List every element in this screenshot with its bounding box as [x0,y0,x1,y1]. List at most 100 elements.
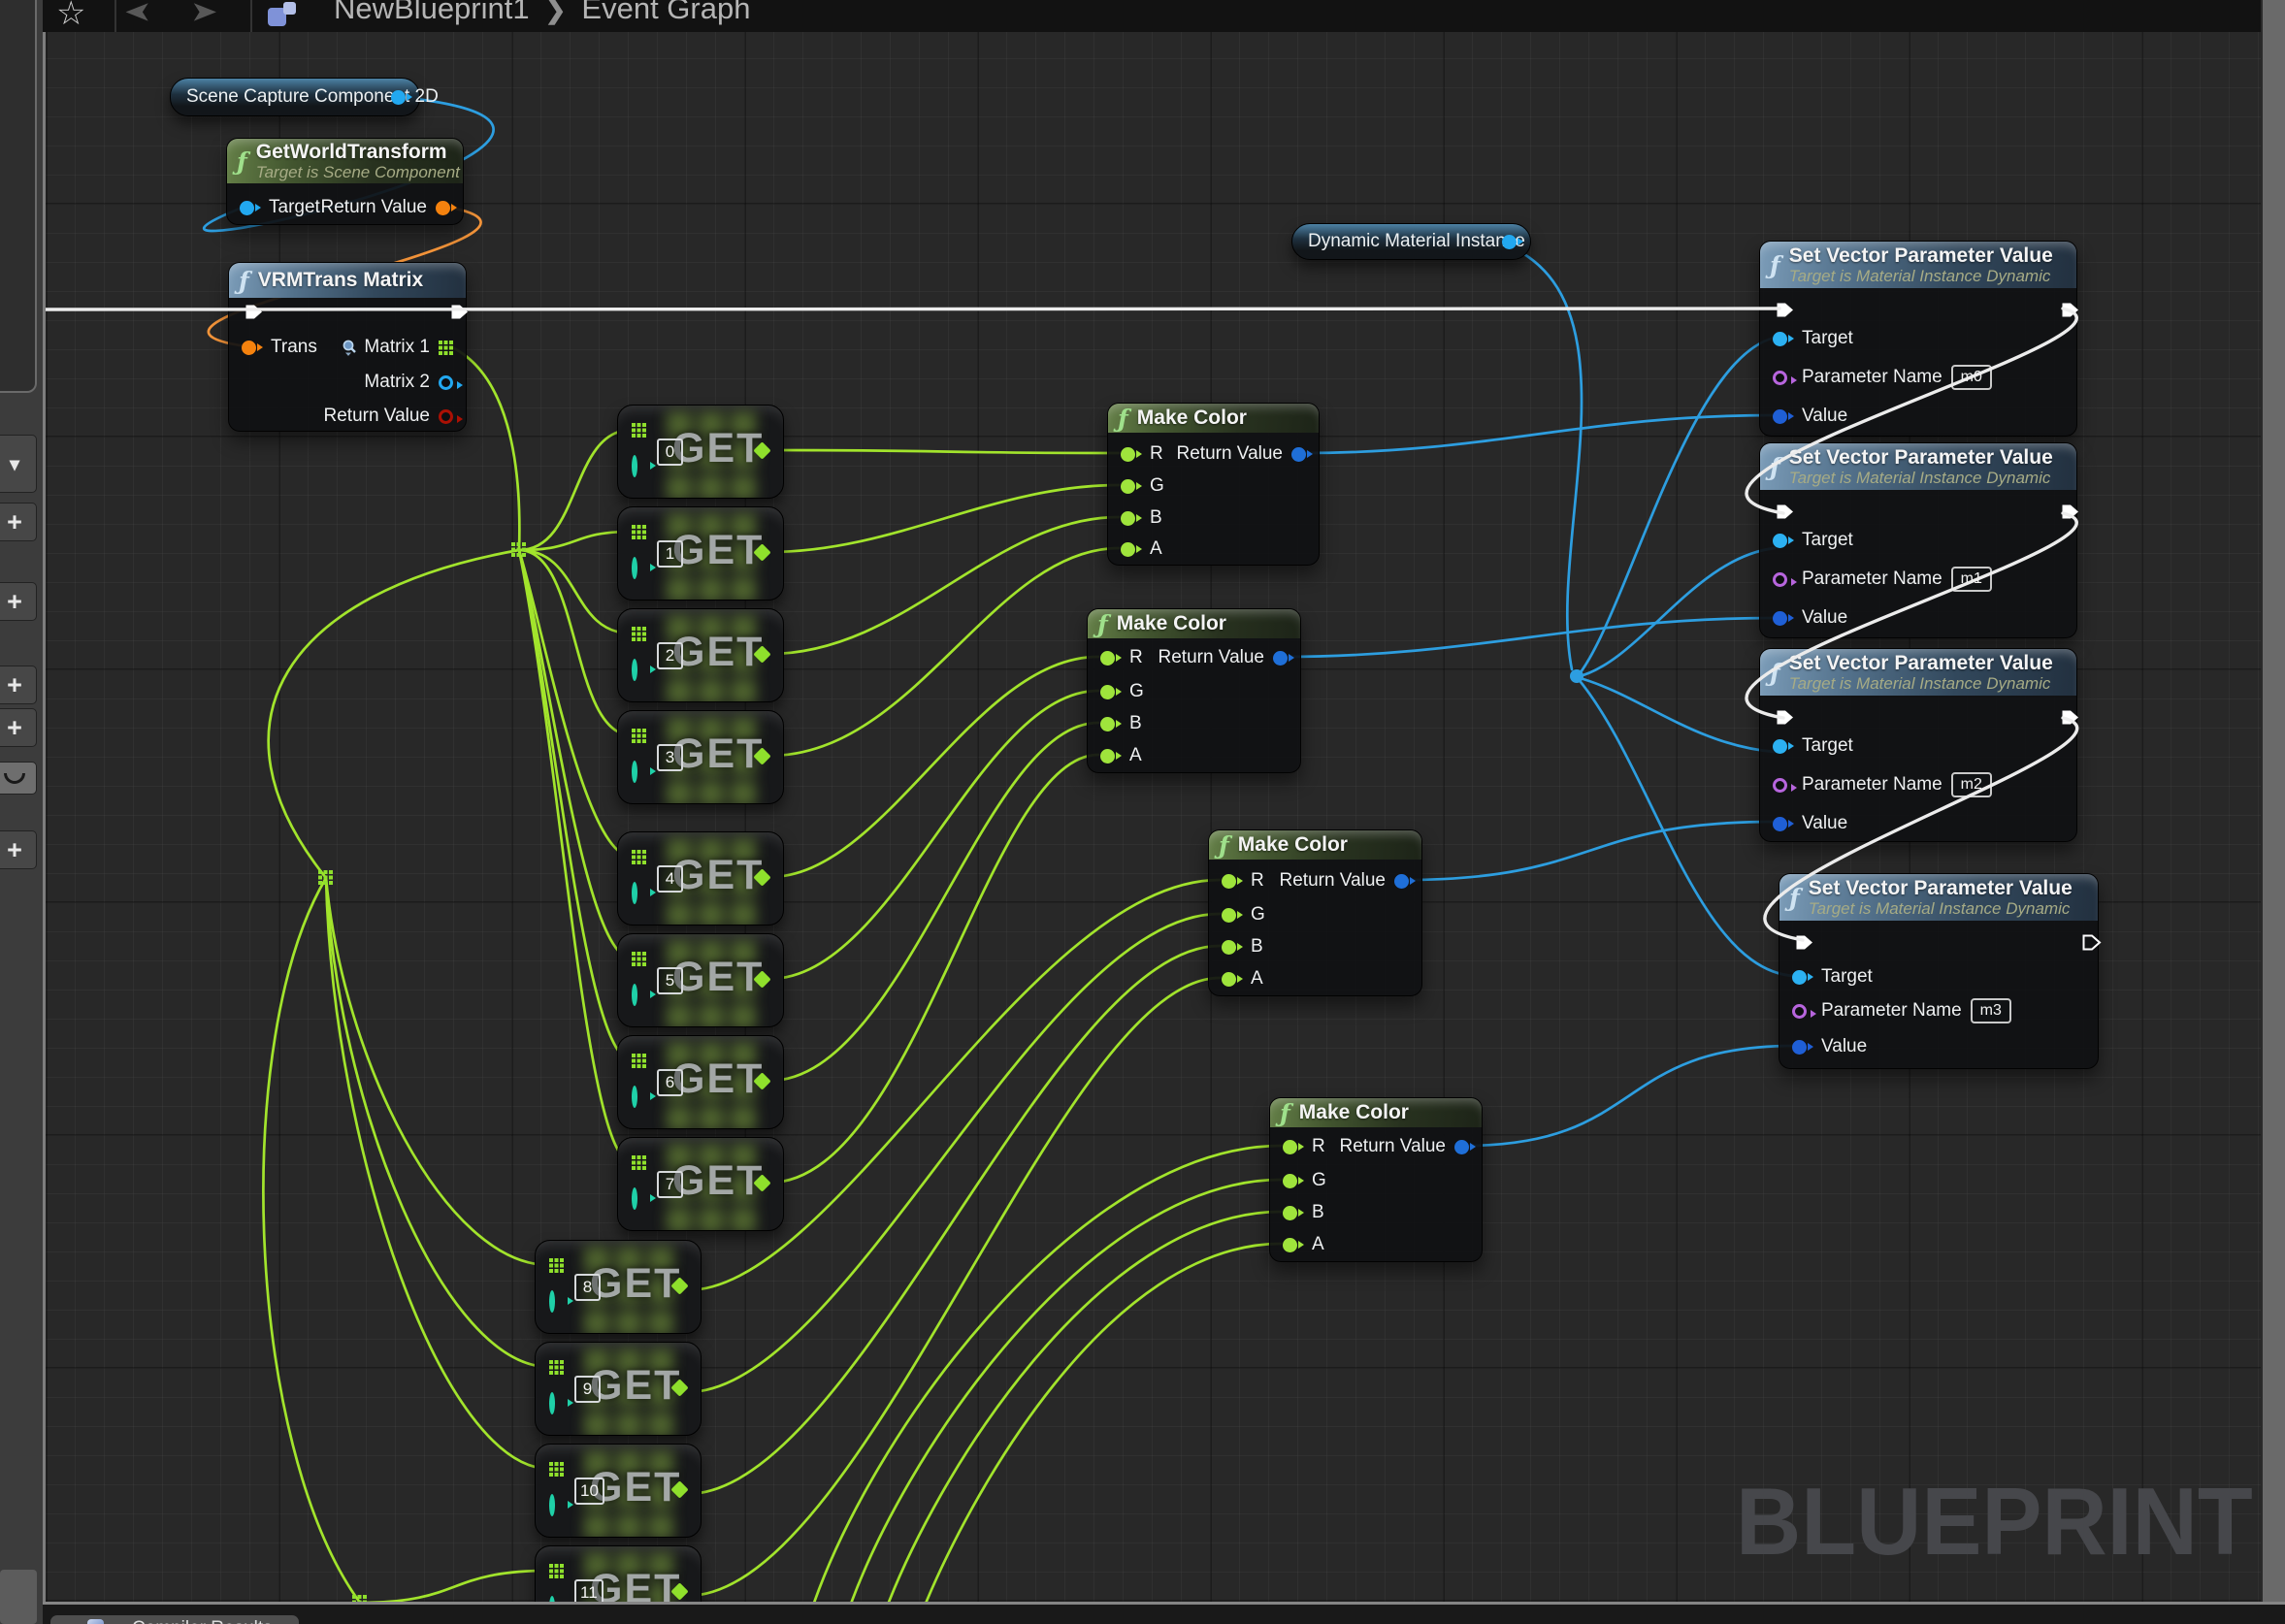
node-getworldtransform[interactable]: ƒGetWorldTransformTarget is Scene Compon… [226,138,464,225]
array-index-value[interactable]: 0 [657,438,683,466]
exec-in-pin[interactable] [1776,503,1795,520]
exec-out-pin[interactable] [2061,709,2080,726]
pin-input-b[interactable] [1100,717,1115,731]
node-array-get[interactable]: GET10 [535,1444,702,1538]
pin-output-return-value[interactable] [436,201,450,215]
graph-canvas[interactable]: BLUEPRINT Zoom -2 Scene Capture Componen… [43,32,2261,1602]
array-index-value[interactable]: 3 [657,744,683,771]
array-index-value[interactable]: 9 [574,1376,601,1403]
pin-input-a[interactable] [1222,972,1236,987]
pin-output-object[interactable] [391,90,406,105]
pin-input-r[interactable] [1283,1140,1297,1154]
pin-output-object[interactable] [1502,235,1517,249]
pin-input-target[interactable] [1773,739,1787,754]
vertical-scrollbar[interactable] [2261,0,2285,1602]
pin-input-b[interactable] [1121,511,1135,526]
pin-input-r[interactable] [1121,447,1135,462]
pin-output-return-value[interactable] [1273,651,1288,666]
node-array-get[interactable]: GET7 [617,1137,784,1231]
pin-output-return-value[interactable] [439,409,453,424]
pin-input-value[interactable] [1773,817,1787,831]
pin-input-index[interactable] [549,1290,555,1313]
pin-input-g[interactable] [1100,685,1115,699]
junction-dot[interactable] [1570,669,1583,683]
pin-input-a[interactable] [1100,749,1115,763]
pin-input-b[interactable] [1222,940,1236,955]
node-make-color-4[interactable]: ƒMake ColorRReturn ValueGBA [1269,1097,1483,1262]
node-make-color-2[interactable]: ƒMake ColorRReturn ValueGBA [1087,608,1301,773]
array-index-value[interactable]: 6 [657,1069,683,1096]
compiler-results-tab[interactable]: Compiler Results [50,1615,299,1624]
array-index-value[interactable]: 11 [574,1579,604,1602]
node-scene-capture-component-2d[interactable]: Scene Capture Component 2D [170,78,420,116]
pin-input-a[interactable] [1283,1238,1297,1252]
array-index-value[interactable]: 2 [657,642,683,669]
pin-input-r[interactable] [1100,651,1115,666]
pin-output-array[interactable] [439,341,453,355]
add-button[interactable]: + [0,582,37,621]
pin-input-g[interactable] [1222,908,1236,923]
exec-out-pin[interactable] [2061,503,2080,520]
pin-input-r[interactable] [1222,874,1236,889]
pin-input-index[interactable] [632,1086,637,1108]
array-index-value[interactable]: 5 [657,967,683,994]
exec-out-pin[interactable] [2061,302,2080,318]
pin-output-return-value[interactable] [1394,874,1409,889]
pin-input-index[interactable] [549,1392,555,1414]
array-index-value[interactable]: 1 [657,540,683,568]
node-set-vector-parameter-value-2[interactable]: ƒSet Vector Parameter ValueTarget is Mat… [1759,442,2077,638]
exec-in-pin[interactable] [245,304,264,320]
add-button[interactable]: + [0,708,37,747]
pin-input-target[interactable] [1792,970,1807,985]
node-array-get[interactable]: GET8 [535,1240,702,1334]
collapse-icon[interactable] [0,762,37,795]
exec-out-pin[interactable] [450,304,470,320]
node-array-get[interactable]: GET4 [617,831,784,926]
pin-input-index[interactable] [632,761,637,783]
pin-input-index[interactable] [632,557,637,579]
add-button[interactable]: + [0,666,37,704]
pin-input-a[interactable] [1121,542,1135,557]
array-index-value[interactable]: 8 [574,1274,601,1301]
add-button[interactable]: + [0,830,37,869]
expand-matrix-icon[interactable] [341,339,358,356]
pin-input-index[interactable] [632,659,637,681]
pin-input-index[interactable] [549,1494,555,1516]
breadcrumb-blueprint-name[interactable]: NewBlueprint1 [334,0,530,26]
array-index-value[interactable]: 10 [574,1478,604,1505]
node-make-color-1[interactable]: ƒMake ColorRReturn ValueGBA [1107,403,1320,566]
pin-output-return-value[interactable] [1291,447,1306,462]
node-array-get[interactable]: GET3 [617,710,784,804]
pin-input-target[interactable] [1773,332,1787,346]
node-array-get[interactable]: GET9 [535,1342,702,1436]
pin-input-value[interactable] [1773,611,1787,626]
pin-input-value[interactable] [1792,1040,1807,1055]
back-arrow-icon[interactable]: ➤ [124,0,152,28]
pin-input-trans[interactable] [242,341,256,355]
node-array-get[interactable]: GET5 [617,933,784,1027]
pin-output-matrix-2[interactable] [439,375,453,390]
pin-input-index[interactable] [632,984,637,1006]
array-index-value[interactable]: 4 [657,865,683,893]
pin-input-g[interactable] [1121,479,1135,494]
pin-input-parameter-name[interactable] [1773,371,1787,385]
sidebar-splitter[interactable] [0,1570,37,1624]
node-set-vector-parameter-value-4[interactable]: ƒSet Vector Parameter ValueTarget is Mat… [1779,873,2099,1069]
forward-arrow-icon[interactable]: ➤ [190,0,218,28]
exec-in-pin[interactable] [1776,709,1795,726]
node-vrmtrans-matrix[interactable]: ƒVRMTrans MatrixTransMatrix 1Matrix 2Ret… [228,262,467,432]
pin-input-target[interactable] [1773,534,1787,548]
dropdown-button[interactable]: ▾ [0,435,37,493]
parameter-name-value[interactable]: m2 [1951,772,1992,797]
node-make-color-3[interactable]: ƒMake ColorRReturn ValueGBA [1208,829,1422,996]
node-set-vector-parameter-value-1[interactable]: ƒSet Vector Parameter ValueTarget is Mat… [1759,241,2077,437]
node-array-get[interactable]: GET6 [617,1035,784,1129]
pin-output-return-value[interactable] [1454,1140,1469,1154]
parameter-name-value[interactable]: m3 [1971,998,2011,1023]
node-array-get[interactable]: GET11 [535,1545,702,1602]
node-dynamic-material-instance[interactable]: Dynamic Material Instance [1291,223,1531,260]
pin-input-index[interactable] [632,882,637,904]
add-button[interactable]: + [0,503,37,541]
breadcrumb-graph-name[interactable]: Event Graph [581,0,750,26]
array-index-value[interactable]: 7 [657,1171,683,1198]
